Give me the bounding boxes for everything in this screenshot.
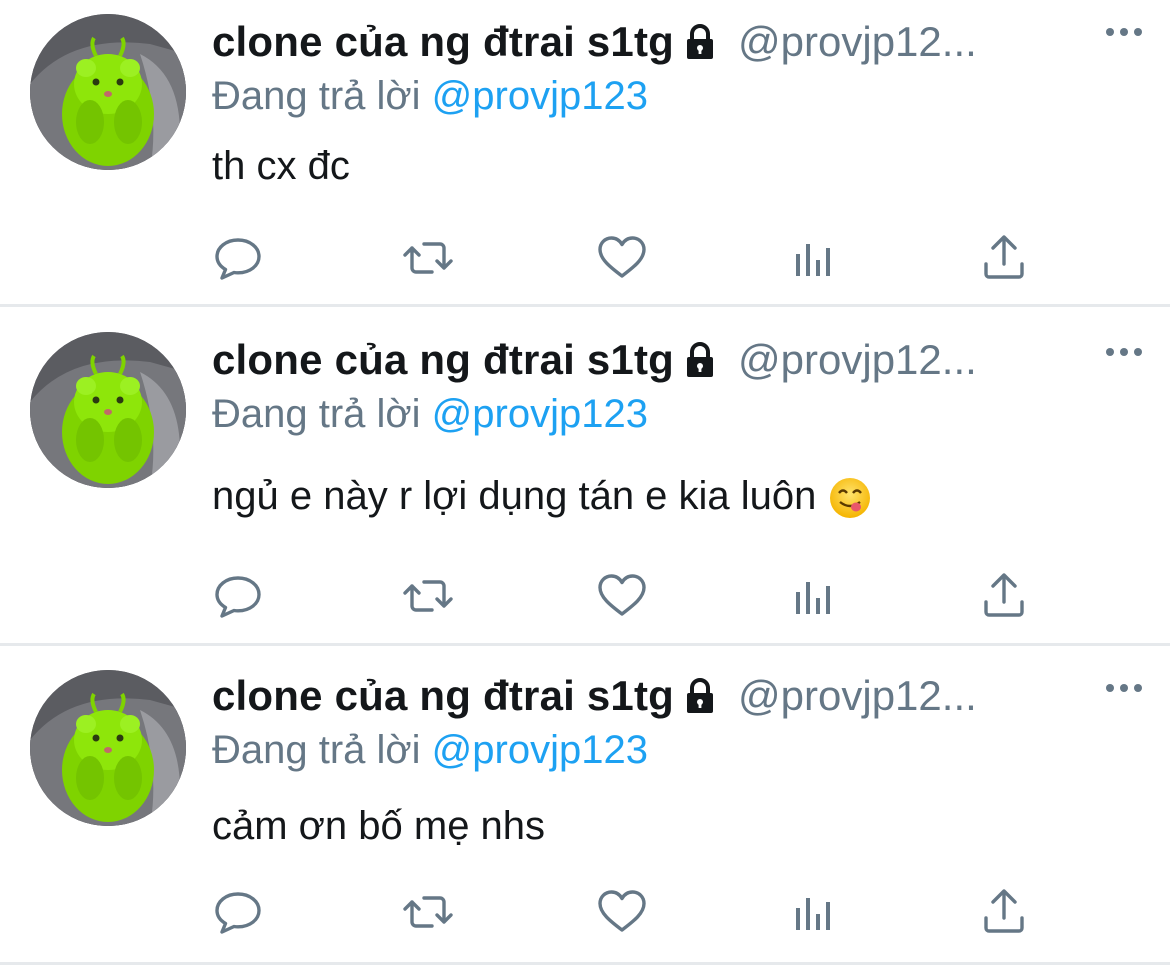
avatar[interactable] <box>30 14 186 170</box>
avatar[interactable] <box>30 332 186 488</box>
tweet[interactable]: clone của ng đtrai s1tg @provjp12... Đan… <box>0 0 1170 304</box>
retweet-icon[interactable] <box>402 886 454 938</box>
replying-to: Đang trả lời @provjp123 <box>212 728 648 773</box>
replying-to: Đang trả lời @provjp123 <box>212 74 648 119</box>
action-bar <box>212 886 1062 938</box>
tweet[interactable]: clone của ng đtrai s1tg @provjp12... Đan… <box>0 646 1170 965</box>
tweet-text: cảm ơn bố mẹ nhs <box>212 804 545 849</box>
share-icon[interactable] <box>978 570 1030 622</box>
reply-prefix: Đang trả lời <box>212 728 421 772</box>
more-options-icon[interactable] <box>1104 342 1144 362</box>
analytics-icon[interactable] <box>786 886 838 938</box>
author-handle[interactable]: @provjp12... <box>738 672 977 719</box>
author-name[interactable]: clone của ng đtrai s1tg <box>212 672 674 719</box>
reply-to-handle[interactable]: @provjp123 <box>432 728 648 772</box>
author-handle[interactable]: @provjp12... <box>738 336 977 383</box>
reply-icon[interactable] <box>212 232 264 284</box>
more-options-icon[interactable] <box>1104 678 1144 698</box>
analytics-icon[interactable] <box>786 570 838 622</box>
share-icon[interactable] <box>978 232 1030 284</box>
tweet-text-content: cảm ơn bố mẹ nhs <box>212 804 546 848</box>
author-handle[interactable]: @provjp12... <box>738 18 977 65</box>
share-icon[interactable] <box>978 886 1030 938</box>
more-options-icon[interactable] <box>1104 22 1144 42</box>
author-name[interactable]: clone của ng đtrai s1tg <box>212 18 674 65</box>
action-bar <box>212 232 1062 284</box>
analytics-icon[interactable] <box>786 232 838 284</box>
lock-icon <box>680 340 720 380</box>
tweet-text: th cx đc <box>212 144 350 189</box>
reply-prefix: Đang trả lời <box>212 392 421 436</box>
replying-to: Đang trả lời @provjp123 <box>212 392 648 437</box>
like-icon[interactable] <box>596 232 648 284</box>
action-bar <box>212 570 1062 622</box>
author-row: clone của ng đtrai s1tg @provjp12... <box>212 336 1152 392</box>
reply-to-handle[interactable]: @provjp123 <box>432 392 648 436</box>
lock-icon <box>680 22 720 62</box>
tweet-text-content: th cx đc <box>212 144 350 188</box>
reply-to-handle[interactable]: @provjp123 <box>432 74 648 118</box>
reply-prefix: Đang trả lời <box>212 74 421 118</box>
retweet-icon[interactable] <box>402 232 454 284</box>
retweet-icon[interactable] <box>402 570 454 622</box>
reply-icon[interactable] <box>212 570 264 622</box>
lock-icon <box>680 676 720 716</box>
tweet-text-content: ngủ e này r lợi dụng tán e kia luôn <box>212 474 817 518</box>
yum-face-emoji <box>828 476 872 520</box>
author-row: clone của ng đtrai s1tg @provjp12... <box>212 672 1152 728</box>
like-icon[interactable] <box>596 886 648 938</box>
like-icon[interactable] <box>596 570 648 622</box>
author-name[interactable]: clone của ng đtrai s1tg <box>212 336 674 383</box>
reply-icon[interactable] <box>212 886 264 938</box>
tweet-text: ngủ e này r lợi dụng tán e kia luôn <box>212 474 872 520</box>
avatar[interactable] <box>30 670 186 826</box>
author-row: clone của ng đtrai s1tg @provjp12... <box>212 18 1152 74</box>
tweet[interactable]: clone của ng đtrai s1tg @provjp12... Đan… <box>0 306 1170 644</box>
